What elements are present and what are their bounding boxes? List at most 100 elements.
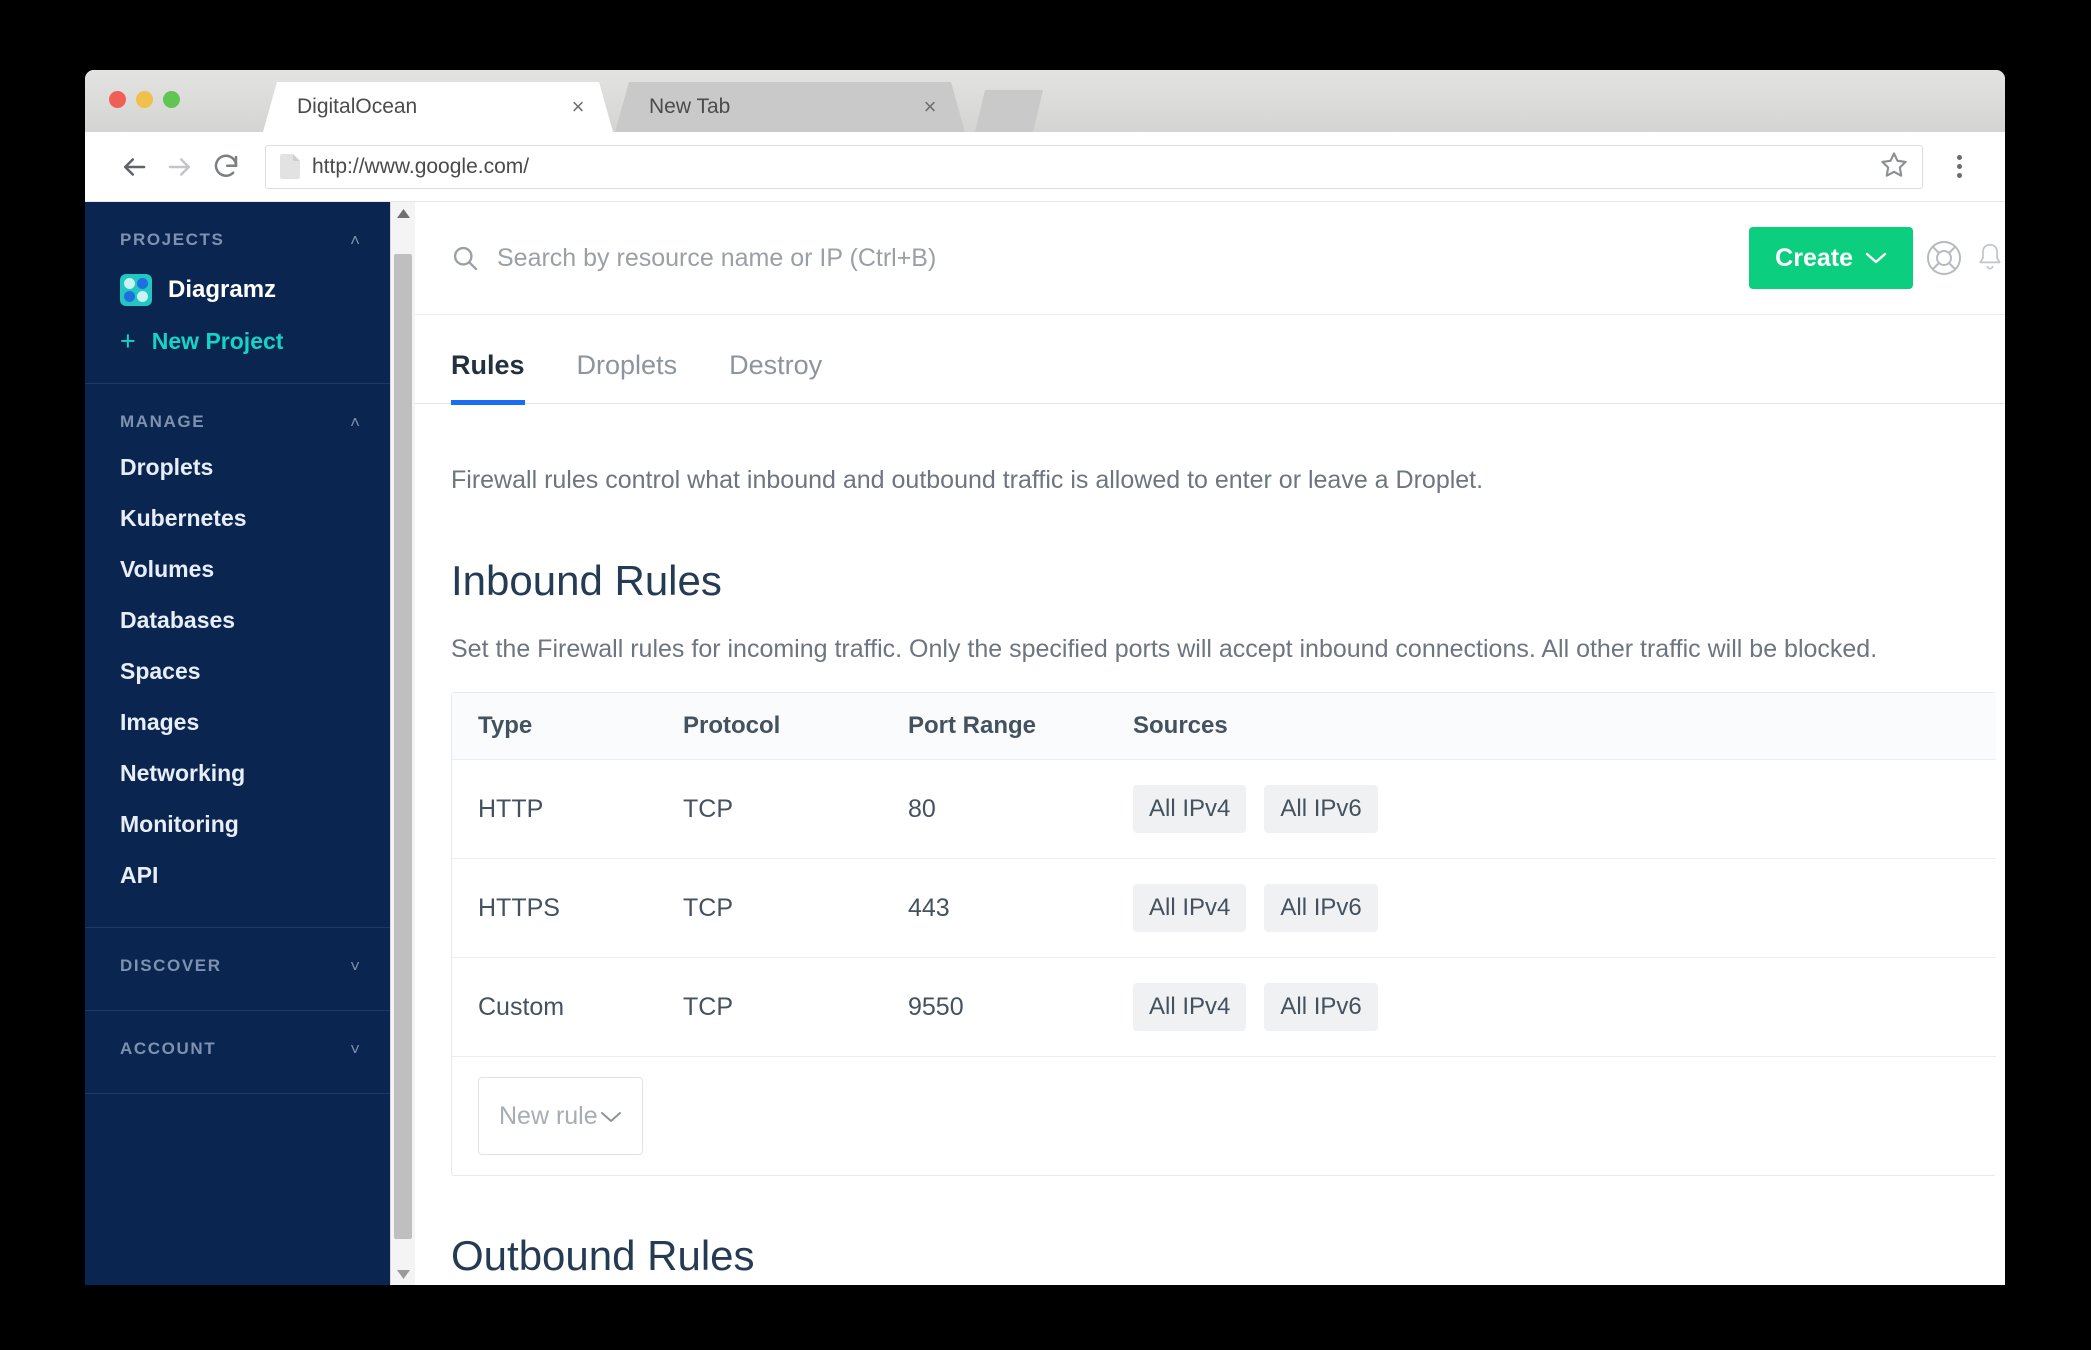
new-rule-row: New rule [452,1057,1996,1175]
sidebar-item-images[interactable]: Images [85,697,390,748]
rule-type: HTTPS [478,893,560,922]
bell-icon [1979,243,2001,270]
kebab-dot [1956,164,1962,169]
chevron-up-icon[interactable]: ˄ [350,414,360,431]
sidebar-item-networking[interactable]: Networking [85,748,390,799]
chevron-down-icon[interactable]: ˅ [350,1041,360,1058]
url-input[interactable]: http://www.google.com/ [265,144,1923,189]
star-icon [1881,152,1907,177]
sidebar-section-title: ACCOUNT [120,1039,217,1058]
reload-button[interactable] [203,144,249,190]
sidebar-item-monitoring[interactable]: Monitoring [85,799,390,850]
sidebar-account-header[interactable]: ACCOUNT ˅ [85,1011,390,1093]
page-viewport: PROJECTS ˄ Diagramz + New Project MANAGE [85,202,2005,1285]
notifications-button[interactable] [1975,239,2005,277]
search-icon [453,246,478,271]
tab-droplets[interactable]: Droplets [577,350,678,403]
table-header-row: Type Protocol Port Range Sources [452,693,1996,760]
chevron-up-icon[interactable]: ˄ [350,232,360,249]
sidebar-section-discover: DISCOVER ˅ [85,928,390,1011]
close-window-button[interactable] [109,91,126,108]
scrollbar-thumb[interactable] [394,254,412,1239]
maximize-window-button[interactable] [163,91,180,108]
close-tab-icon[interactable]: × [917,96,943,118]
browser-tab-new-tab[interactable]: New Tab × [615,82,965,132]
sidebar: PROJECTS ˄ Diagramz + New Project MANAGE [85,202,390,1285]
sidebar-section-title: DISCOVER [120,956,222,975]
sidebar-item-spaces[interactable]: Spaces [85,646,390,697]
rule-sources: All IPv4 All IPv6 [1133,983,1996,1031]
project-name: Diagramz [168,276,277,303]
column-header-port-range: Port Range [908,712,1037,739]
close-tab-icon[interactable]: × [565,96,591,118]
triangle-up-icon [396,208,410,218]
minimize-window-button[interactable] [136,91,153,108]
chevron-down-icon[interactable]: ˅ [350,958,360,975]
rule-sources: All IPv4 All IPv6 [1133,785,1996,833]
rule-type: HTTP [478,794,544,823]
table-row[interactable]: HTTP TCP 80 All IPv4 All IPv6 [452,760,1996,859]
source-chip-ipv4[interactable]: All IPv4 [1133,785,1247,833]
browser-menu-button[interactable] [1939,155,1979,178]
tab-rules[interactable]: Rules [451,350,525,405]
sidebar-item-databases[interactable]: Databases [85,595,390,646]
new-rule-label: New rule [499,1101,598,1130]
kebab-dot [1956,155,1962,160]
rule-port-range: 80 [908,794,936,823]
new-rule-dropdown[interactable]: New rule [478,1077,643,1155]
sidebar-item-new-project[interactable]: + New Project [85,316,390,383]
sidebar-discover-header[interactable]: DISCOVER ˅ [85,928,390,1010]
create-button[interactable]: Create [1749,227,1913,289]
forward-button[interactable] [157,144,203,190]
tab-title: New Tab [649,95,731,118]
search-bar[interactable]: Search by resource name or IP (Ctrl+B) [451,244,1749,273]
inbound-rules-description: Set the Firewall rules for incoming traf… [451,635,1878,663]
back-button[interactable] [111,144,157,190]
source-chip-ipv6[interactable]: All IPv6 [1264,785,1378,833]
source-chip-ipv4[interactable]: All IPv4 [1133,983,1247,1031]
help-button[interactable] [1913,238,1975,278]
firewall-intro-text: Firewall rules control what inbound and … [451,466,1484,494]
chevron-down-icon [1865,252,1887,264]
window-controls[interactable] [109,91,180,108]
page-scrollbar[interactable] [390,202,415,1285]
rule-sources: All IPv4 All IPv6 [1133,884,1996,932]
browser-window: DigitalOcean × New Tab × http://www.goog… [85,70,2005,1285]
sidebar-projects-header[interactable]: PROJECTS ˄ [85,202,390,260]
sidebar-section-account: ACCOUNT ˅ [85,1011,390,1094]
sidebar-item-kubernetes[interactable]: Kubernetes [85,493,390,544]
triangle-down-icon [396,1269,410,1279]
rule-protocol: TCP [683,794,733,823]
bookmark-button[interactable] [1880,150,1908,183]
source-chip-ipv6[interactable]: All IPv6 [1264,884,1378,932]
create-button-label: Create [1775,243,1853,272]
tab-destroy[interactable]: Destroy [729,350,822,403]
scroll-up-arrow-icon[interactable] [391,202,415,224]
project-avatar-icon [120,274,152,306]
table-row[interactable]: HTTPS TCP 443 All IPv4 All IPv6 [452,859,1996,958]
forward-arrow-icon [168,157,190,176]
source-chip-ipv6[interactable]: All IPv6 [1264,983,1378,1031]
firewall-rules-panel: Firewall rules control what inbound and … [415,404,2005,1280]
sidebar-item-volumes[interactable]: Volumes [85,544,390,595]
browser-tab-digitalocean[interactable]: DigitalOcean × [263,82,613,132]
url-text: http://www.google.com/ [312,154,530,178]
source-chip-ipv4[interactable]: All IPv4 [1133,884,1247,932]
sidebar-item-droplets[interactable]: Droplets [85,442,390,493]
sidebar-manage-header[interactable]: MANAGE ˄ [85,384,390,442]
search-input[interactable]: Search by resource name or IP (Ctrl+B) [497,244,936,273]
rule-port-range: 9550 [908,992,964,1021]
sidebar-item-api[interactable]: API [85,850,390,901]
sidebar-manage-list: Droplets Kubernetes Volumes Databases Sp… [85,442,390,927]
table-row[interactable]: Custom TCP 9550 All IPv4 All IPv6 [452,958,1996,1057]
column-header-protocol: Protocol [683,712,781,739]
column-header-type: Type [478,712,533,739]
outbound-rules-heading: Outbound Rules [451,1232,755,1279]
scroll-down-arrow-icon[interactable] [391,1263,415,1285]
sidebar-item-project-diagramz[interactable]: Diagramz [85,260,390,316]
rule-type: Custom [478,992,565,1021]
lifesaver-icon [1927,241,1961,275]
browser-address-bar: http://www.google.com/ [85,132,2005,202]
new-tab-button[interactable] [975,90,1043,132]
app-topbar: Search by resource name or IP (Ctrl+B) C… [415,202,2005,315]
